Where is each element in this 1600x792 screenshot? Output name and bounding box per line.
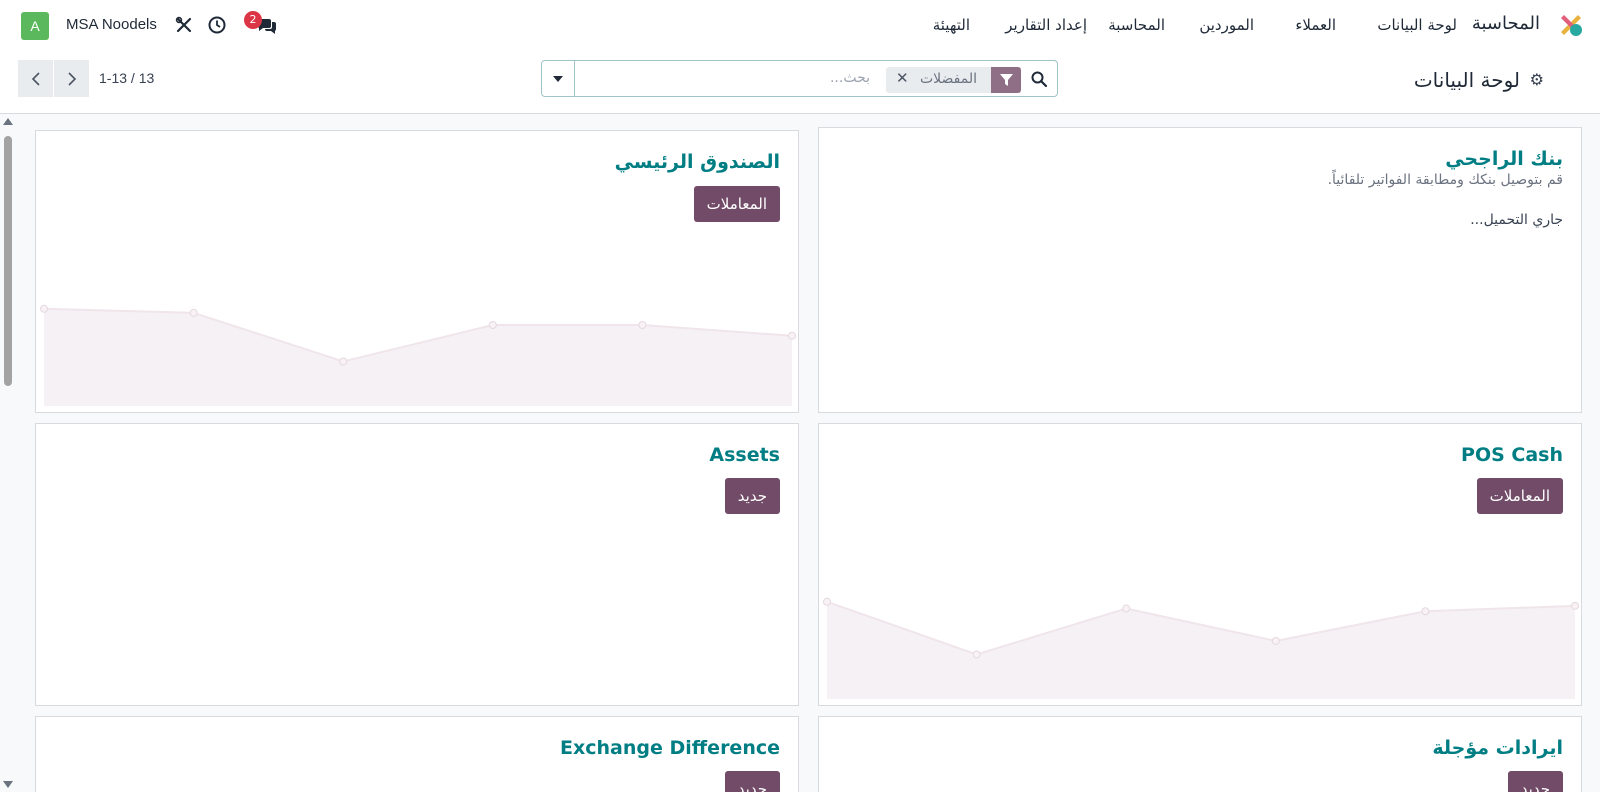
chevron-right-icon [67, 71, 76, 86]
graph-point [40, 304, 48, 313]
journal-card-pos-cash: POS Cash المعاملات [818, 423, 1582, 706]
graph-point [339, 357, 348, 366]
menu-reporting[interactable]: إعداد التقارير [1005, 16, 1087, 34]
graph-point [189, 308, 198, 317]
graph-point [788, 331, 796, 340]
messages-badge: 2 [244, 11, 262, 29]
journal-title[interactable]: ايرادات مؤجلة [1432, 737, 1563, 759]
app-logo-icon[interactable] [1558, 12, 1584, 38]
journal-card-main-cash: الصندوق الرئيسي المعاملات [35, 130, 799, 413]
search-icon[interactable] [1028, 68, 1050, 90]
menu-customers[interactable]: العملاء [1295, 16, 1336, 34]
new-button[interactable]: جديد [724, 771, 780, 792]
graph-point [638, 321, 647, 329]
top-navbar: المحاسبة لوحة البيانات العملاء الموردين … [0, 0, 1600, 50]
journal-title[interactable]: Assets [709, 444, 780, 466]
user-avatar[interactable]: A [21, 12, 49, 40]
dashboard-settings-gear-icon[interactable]: ⚙ [1530, 70, 1544, 89]
scroll-down-arrow-icon[interactable] [3, 781, 13, 788]
journal-card-exchange-difference: Exchange Difference جديد [35, 716, 799, 792]
menu-accounting[interactable]: المحاسبة [1108, 16, 1165, 34]
pager-next-button[interactable] [54, 60, 89, 97]
journal-graph [40, 304, 796, 406]
search-input[interactable]: بحث... [830, 70, 870, 86]
graph-point [1571, 601, 1579, 610]
graph-area [827, 601, 1575, 699]
new-button[interactable]: جديد [724, 478, 780, 514]
graph-point [823, 597, 831, 606]
graph-point [1271, 636, 1280, 645]
journal-card-assets: Assets جديد [35, 423, 799, 706]
loading-text: جاري التحميل... [1470, 212, 1563, 228]
app-name[interactable]: المحاسبة [1472, 13, 1540, 34]
graph-point [488, 321, 497, 329]
pager-previous-button[interactable] [18, 60, 53, 97]
menu-configuration[interactable]: التهيئة [933, 16, 970, 34]
journal-title[interactable]: Exchange Difference [560, 737, 780, 759]
graph-area [44, 308, 792, 406]
pager-value[interactable]: 1-13 / 13 [99, 70, 154, 86]
new-button[interactable]: جديد [1507, 771, 1563, 792]
journal-card-deferred-revenue: ايرادات مؤجلة جديد [818, 716, 1582, 792]
activity-clock-icon[interactable] [206, 14, 228, 36]
menu-vendors[interactable]: الموردين [1199, 16, 1254, 34]
journal-card-bank: بنك الراجحي قم بتوصيل بنكك ومطابقة الفوا… [818, 127, 1582, 413]
journal-graph [823, 597, 1579, 699]
graph-point [1122, 604, 1131, 613]
search-options-toggle[interactable] [541, 60, 575, 97]
scrollbar-thumb[interactable] [4, 136, 12, 386]
company-switcher[interactable]: MSA Noodels [66, 16, 157, 33]
page-title: لوحة البيانات [1413, 68, 1520, 92]
graph-point [1421, 607, 1430, 616]
debug-tools-icon[interactable] [173, 14, 195, 36]
control-panel: ⚙ لوحة البيانات بحث... المفضلات ✕ 1-13 /… [0, 50, 1600, 114]
journal-title[interactable]: بنك الراجحي [1445, 148, 1563, 170]
facet-favorites-label: المفضلات [920, 71, 978, 87]
caret-down-icon [552, 75, 563, 82]
journal-description: قم بتوصيل بنكك ومطابقة الفواتير تلقائياً… [1327, 172, 1563, 188]
menu-dashboard[interactable]: لوحة البيانات [1377, 16, 1457, 34]
filter-funnel-icon [991, 67, 1021, 93]
facet-remove-icon[interactable]: ✕ [896, 69, 909, 87]
graph-point [972, 650, 981, 659]
chevron-left-icon [31, 71, 40, 86]
scroll-up-arrow-icon[interactable] [3, 118, 13, 125]
